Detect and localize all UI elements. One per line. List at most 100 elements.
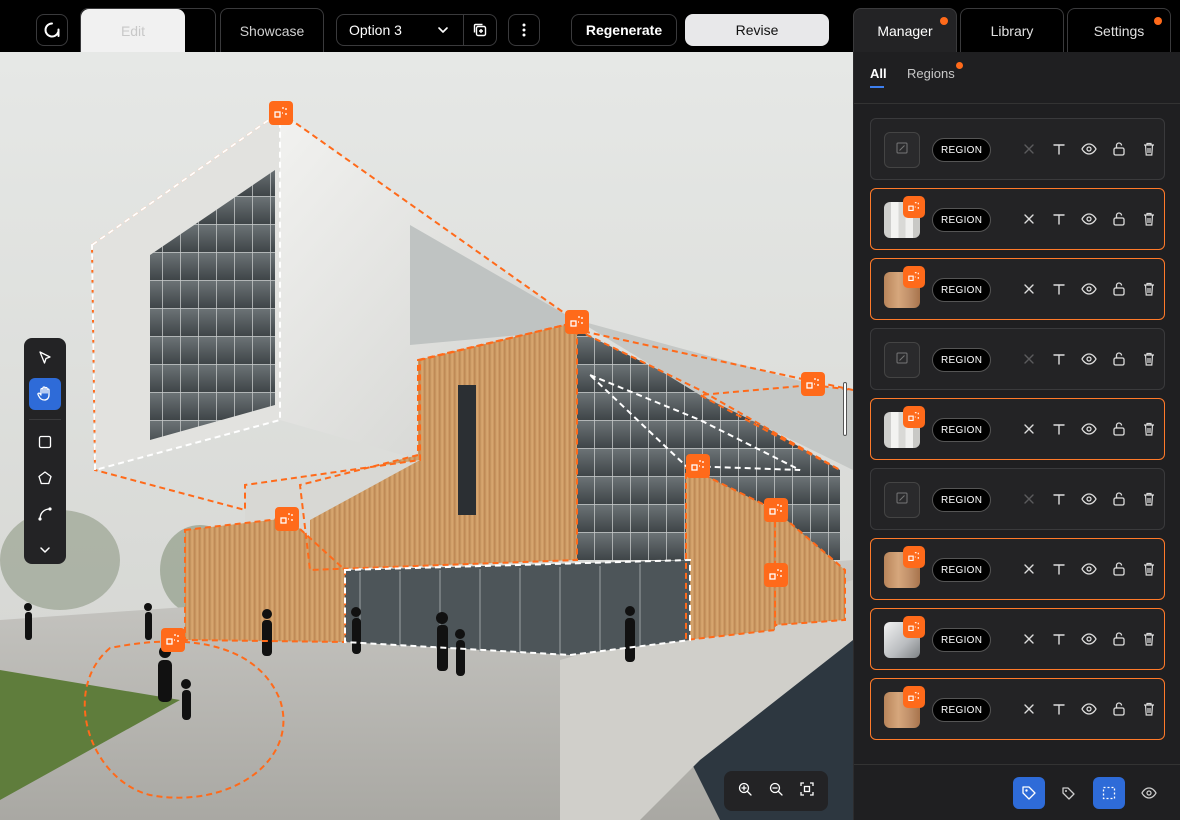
text-icon[interactable] <box>1050 490 1068 508</box>
text-icon[interactable] <box>1050 420 1068 438</box>
canvas-scroll-thumb[interactable] <box>843 382 847 436</box>
region-select-button[interactable] <box>1093 777 1125 809</box>
rectangle-tool-button[interactable] <box>29 426 61 458</box>
tab-settings[interactable]: Settings <box>1067 8 1171 52</box>
unlock-icon[interactable] <box>1110 420 1128 438</box>
trash-icon[interactable] <box>1140 210 1158 228</box>
region-marker[interactable] <box>764 563 788 587</box>
region-row[interactable]: REGION <box>870 538 1165 600</box>
trash-icon[interactable] <box>1140 420 1158 438</box>
region-marker[interactable] <box>275 507 299 531</box>
subtab-regions[interactable]: Regions <box>907 62 963 81</box>
region-tag[interactable]: REGION <box>932 208 992 232</box>
region-marker[interactable] <box>161 628 185 652</box>
unlock-icon[interactable] <box>1110 630 1128 648</box>
region-row[interactable]: REGION <box>870 188 1165 250</box>
tags-button[interactable] <box>1053 777 1085 809</box>
eye-icon[interactable] <box>1080 560 1098 578</box>
region-tag[interactable]: REGION <box>932 628 992 652</box>
image-canvas[interactable] <box>0 52 853 820</box>
region-tag[interactable]: REGION <box>932 138 992 162</box>
region-thumbnail[interactable] <box>884 132 920 168</box>
unlock-icon[interactable] <box>1110 140 1128 158</box>
clear-icon[interactable] <box>1020 140 1038 158</box>
region-row[interactable]: REGION <box>870 678 1165 740</box>
clear-icon[interactable] <box>1020 420 1038 438</box>
unlock-icon[interactable] <box>1110 280 1128 298</box>
tab-manager[interactable]: Manager <box>853 8 957 52</box>
curve-tool-button[interactable] <box>29 498 61 530</box>
select-tool-button[interactable] <box>29 342 61 374</box>
option-select[interactable]: Option 3 <box>336 14 464 46</box>
eye-icon[interactable] <box>1080 280 1098 298</box>
visibility-button[interactable] <box>1133 777 1165 809</box>
fit-view-button[interactable] <box>799 781 815 802</box>
region-row[interactable]: REGION <box>870 258 1165 320</box>
text-icon[interactable] <box>1050 280 1068 298</box>
trash-icon[interactable] <box>1140 140 1158 158</box>
clear-icon[interactable] <box>1020 630 1038 648</box>
region-row[interactable]: REGION <box>870 608 1165 670</box>
app-logo-button[interactable] <box>36 14 68 46</box>
text-icon[interactable] <box>1050 630 1068 648</box>
region-tag[interactable]: REGION <box>932 278 992 302</box>
trash-icon[interactable] <box>1140 630 1158 648</box>
zoom-in-button[interactable] <box>737 781 753 802</box>
revise-button[interactable]: Revise <box>685 14 829 46</box>
region-row[interactable]: REGION <box>870 118 1165 180</box>
region-tag[interactable]: REGION <box>932 558 992 582</box>
text-icon[interactable] <box>1050 140 1068 158</box>
subtab-all[interactable]: All <box>870 66 887 88</box>
text-icon[interactable] <box>1050 700 1068 718</box>
clear-icon[interactable] <box>1020 700 1038 718</box>
regenerate-button[interactable]: Regenerate <box>571 14 677 46</box>
trash-icon[interactable] <box>1140 490 1158 508</box>
clear-icon[interactable] <box>1020 280 1038 298</box>
region-marker[interactable] <box>764 498 788 522</box>
region-marker[interactable] <box>565 310 589 334</box>
region-thumbnail[interactable] <box>884 482 920 518</box>
clear-icon[interactable] <box>1020 350 1038 368</box>
trash-icon[interactable] <box>1140 700 1158 718</box>
clear-icon[interactable] <box>1020 490 1038 508</box>
eye-icon[interactable] <box>1080 630 1098 648</box>
unlock-icon[interactable] <box>1110 490 1128 508</box>
text-icon[interactable] <box>1050 350 1068 368</box>
trash-icon[interactable] <box>1140 350 1158 368</box>
region-marker[interactable] <box>686 454 710 478</box>
unlock-icon[interactable] <box>1110 210 1128 228</box>
zoom-out-button[interactable] <box>768 781 784 802</box>
pan-tool-button[interactable] <box>29 378 61 410</box>
eye-icon[interactable] <box>1080 350 1098 368</box>
region-tag[interactable]: REGION <box>932 418 992 442</box>
text-icon[interactable] <box>1050 560 1068 578</box>
trash-icon[interactable] <box>1140 280 1158 298</box>
region-tag[interactable]: REGION <box>932 488 992 512</box>
region-marker[interactable] <box>269 101 293 125</box>
unlock-icon[interactable] <box>1110 560 1128 578</box>
region-row[interactable]: REGION <box>870 398 1165 460</box>
unlock-icon[interactable] <box>1110 350 1128 368</box>
region-thumbnail[interactable] <box>884 342 920 378</box>
trash-icon[interactable] <box>1140 560 1158 578</box>
polygon-tool-button[interactable] <box>29 462 61 494</box>
region-marker[interactable] <box>801 372 825 396</box>
region-row[interactable]: REGION <box>870 468 1165 530</box>
region-tag[interactable]: REGION <box>932 348 992 372</box>
tag-filter-button[interactable] <box>1013 777 1045 809</box>
clear-icon[interactable] <box>1020 560 1038 578</box>
duplicate-option-button[interactable] <box>463 14 497 46</box>
region-tag[interactable]: REGION <box>932 698 992 722</box>
eye-icon[interactable] <box>1080 420 1098 438</box>
eye-icon[interactable] <box>1080 490 1098 508</box>
clear-icon[interactable] <box>1020 210 1038 228</box>
tab-library[interactable]: Library <box>960 8 1064 52</box>
eye-icon[interactable] <box>1080 140 1098 158</box>
tab-showcase[interactable]: Showcase <box>220 8 324 52</box>
eye-icon[interactable] <box>1080 210 1098 228</box>
tab-edit[interactable]: Edit <box>80 8 216 53</box>
text-icon[interactable] <box>1050 210 1068 228</box>
more-options-button[interactable] <box>508 14 540 46</box>
eye-icon[interactable] <box>1080 700 1098 718</box>
region-row[interactable]: REGION <box>870 328 1165 390</box>
